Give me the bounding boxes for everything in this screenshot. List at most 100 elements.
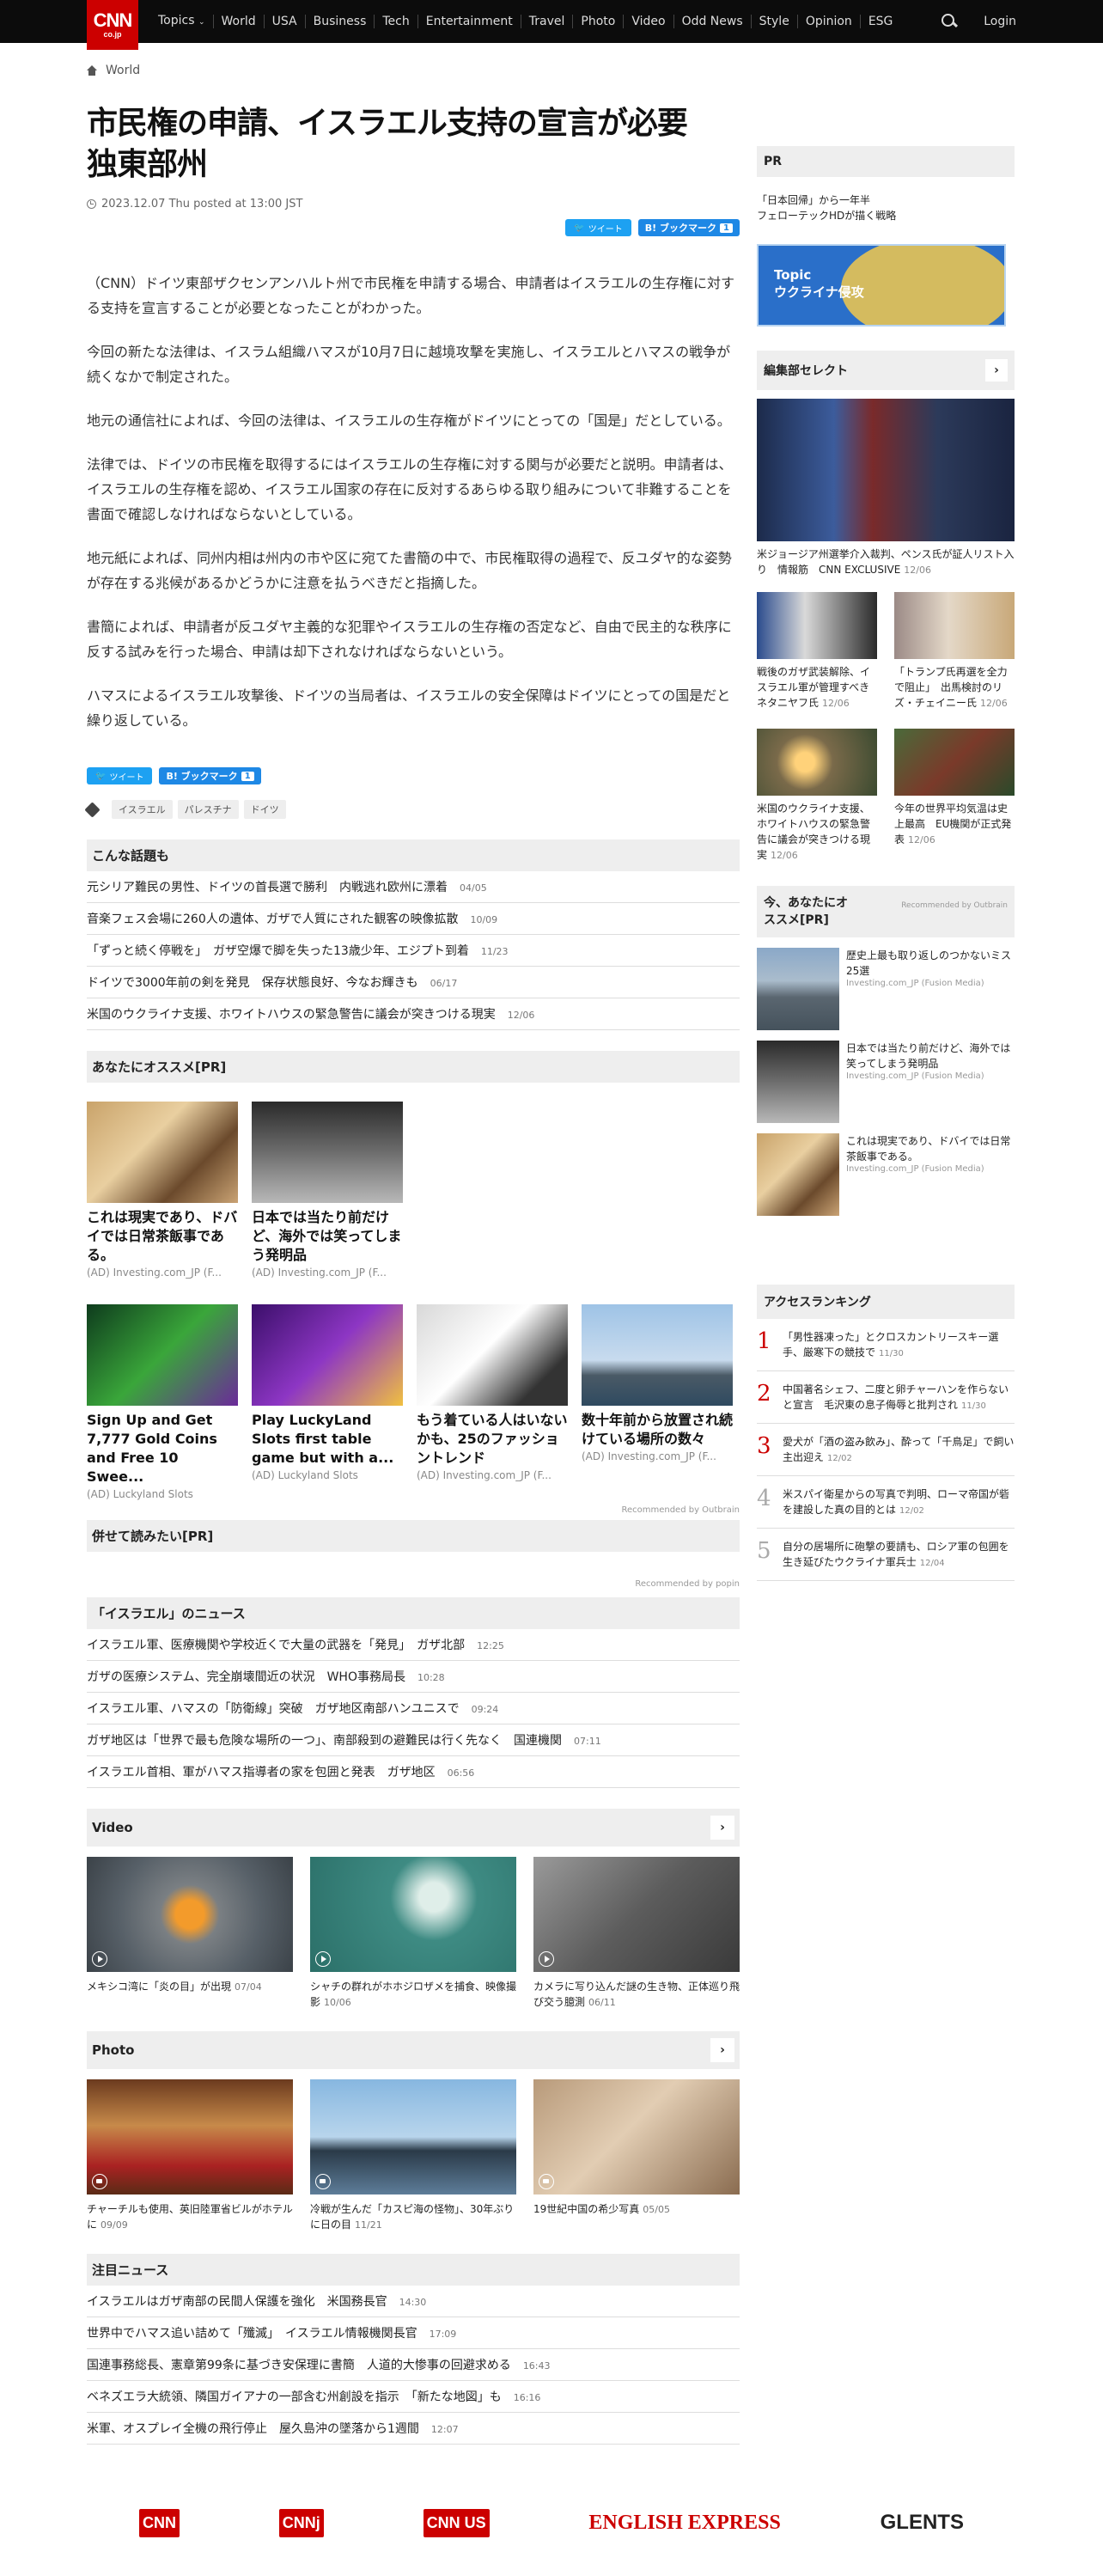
editor-select-card[interactable]: 戦後のガザ武装解除、イスラエル軍が管理すべき ネタニヤフ氏 12/06 xyxy=(757,592,880,711)
photo-card[interactable]: チャーチルも使用、英旧陸軍省ビルがホテルに 09/09 xyxy=(87,2079,293,2233)
recommend-card[interactable]: Play LuckyLand Slots first table game bu… xyxy=(252,1304,403,1500)
tweet-button[interactable]: 🐦 ツイート xyxy=(565,219,631,236)
camera-icon xyxy=(92,2174,107,2189)
recommend-card[interactable]: もう着ている人はいないかも、25のファッショントレンド (AD) Investi… xyxy=(417,1304,568,1500)
ranking-item[interactable]: 2 中国著名シェフ、二度と卵チャーハンを作らないと宣言 毛沢東の息子侮辱と批判され… xyxy=(757,1371,1015,1424)
outbrain-image xyxy=(757,948,839,1030)
outbrain-heading: 今、あなたにオススメ[PR] Recommended by Outbrain xyxy=(757,886,1015,937)
list-item[interactable]: 国連事務総長、憲章第99条に基づき安保理に書簡 人道的大惨事の回避求める 16:4… xyxy=(87,2349,740,2381)
tag-germany[interactable]: ドイツ xyxy=(243,800,286,819)
list-item[interactable]: ガザの医療システム、完全崩壊間近の状況 WHO事務局長 10:28 xyxy=(87,1661,740,1693)
recommend-card[interactable]: 日本では当たり前だけど、海外では笑ってしまう発明品 (AD) Investing… xyxy=(252,1102,403,1279)
photo-card[interactable]: 冷戦が生んだ「カスピ海の怪物」、30年ぶりに日の目 11/21 xyxy=(310,2079,516,2233)
ranking-item[interactable]: 4 米スパイ衛星からの写真で判明、ローマ帝国が砦を建設した真の目的とは 12/02 xyxy=(757,1476,1015,1529)
share-buttons-top: 🐦 ツイート B! ブックマーク 1 xyxy=(87,219,740,236)
related-list: 元シリア難民の男性、ドイツの首長選で勝利 内戦逃れ欧州に漂着 04/05 音楽フェ… xyxy=(87,871,740,1030)
ranking-item[interactable]: 5 自分の居場所に砲撃の要請も、ロシア軍の包囲を生き延びたウクライナ軍兵士 12/0… xyxy=(757,1529,1015,1581)
video-card[interactable]: カメラに写り込んだ謎の生き物、正体巡り飛び交う臆測 06/11 xyxy=(533,1857,740,2011)
breadcrumb-world[interactable]: World xyxy=(106,64,140,77)
pr-link[interactable]: 「日本回帰」から一年半 フェローテックHDが描く戦略 xyxy=(757,192,1015,223)
recommend-image xyxy=(87,1304,238,1406)
list-item[interactable]: ドイツで3000年前の剣を発見 保存状態良好、今なお輝きも 06/17 xyxy=(87,967,740,998)
chevron-down-icon: ⌄ xyxy=(198,18,205,27)
video-card[interactable]: メキシコ湾に「炎の目」が出現 07/04 xyxy=(87,1857,293,2011)
list-item[interactable]: イスラエル軍、医療機関や学校近くで大量の武器を「発見」 ガザ北部 12:25 xyxy=(87,1629,740,1661)
footer-logo-cnnj[interactable]: CNNj xyxy=(278,2506,324,2539)
home-icon[interactable] xyxy=(87,65,97,76)
outbrain-card[interactable]: これは現実であり、ドバイでは日常茶飯事である。 Investing.com_JP … xyxy=(757,1133,1015,1216)
list-item[interactable]: 元シリア難民の男性、ドイツの首長選で勝利 内戦逃れ欧州に漂着 04/05 xyxy=(87,871,740,903)
nav-video[interactable]: Video xyxy=(623,15,673,28)
list-item[interactable]: イスラエルはガザ南部の民間人保護を強化 米国務長官 14:30 xyxy=(87,2286,740,2317)
ranking-item[interactable]: 3 愛犬が「酒の盗み飲み」、酔って「千鳥足」で飼い主出迎え 12/02 xyxy=(757,1424,1015,1476)
video-card[interactable]: シャチの群れがホホジロザメを捕食、映像撮影 10/06 xyxy=(310,1857,516,2011)
page-title: 市民権の申請、イスラエル支持の宣言が必要 独東部州 xyxy=(87,106,718,182)
editor-select-card[interactable]: 米国のウクライナ支援、ホワイトハウスの緊急警告に議会が突きつける現実 12/06 xyxy=(757,729,877,864)
editor-select-more-button[interactable]: › xyxy=(985,359,1008,382)
ranking-item[interactable]: 1 「男性器凍った」とクロスカントリースキー選手、厳寒下の競技で 11/30 xyxy=(757,1319,1015,1371)
editor-select-card[interactable]: 今年の世界平均気温は史上最高 EU機関が正式発表 12/06 xyxy=(894,729,1015,864)
photo-thumbnail xyxy=(310,2079,516,2194)
editor-select-card[interactable]: 「トランプ氏再選を全力で阻止」 出馬検討のリズ・チェイニー氏 12/06 xyxy=(894,592,1015,711)
footer-logo-cnn-us[interactable]: CNN US xyxy=(423,2506,490,2539)
recommend-card[interactable]: 数十年前から放置され続けている場所の数々 (AD) Investing.com_… xyxy=(582,1304,733,1500)
outbrain-note[interactable]: Recommended by Outbrain xyxy=(87,1505,740,1515)
recommend-card[interactable]: Sign Up and Get 7,777 Gold Coins and Fre… xyxy=(87,1304,238,1500)
nav-business[interactable]: Business xyxy=(304,15,375,28)
nav-travel[interactable]: Travel xyxy=(520,15,573,28)
paragraph: （CNN）ドイツ東部ザクセンアンハルト州で市民権を申請する場合、申請者はイスラエ… xyxy=(87,275,734,316)
outbrain-card[interactable]: 日本では当たり前だけど、海外では笑ってしまう発明品 Investing.com_J… xyxy=(757,1041,1015,1123)
search-icon[interactable] xyxy=(941,13,958,30)
footer-logo-glents[interactable]: GLENTS xyxy=(881,2506,964,2539)
list-item[interactable]: ガザ地区は「世界で最も危険な場所の一つ」、南部殺到の避難民は行く先なく 国連機関… xyxy=(87,1724,740,1756)
list-item[interactable]: イスラエル首相、軍がハマス指導者の家を包囲と発表 ガザ地区 06:56 xyxy=(87,1756,740,1788)
nav-style[interactable]: Style xyxy=(750,15,797,28)
bookmark-button[interactable]: B! ブックマーク 1 xyxy=(637,219,740,236)
nav-usa[interactable]: USA xyxy=(263,15,305,28)
footer-logo-english-express[interactable]: ENGLISH EXPRESS xyxy=(588,2506,780,2539)
list-item[interactable]: 米軍、オスプレイ全機の飛行停止 屋久島沖の墜落から1週間 12:07 xyxy=(87,2413,740,2445)
list-item[interactable]: イスラエル軍、ハマスの「防衛線」突破 ガザ地区南部ハンユニスで 09:24 xyxy=(87,1693,740,1724)
israel-news-list: イスラエル軍、医療機関や学校近くで大量の武器を「発見」 ガザ北部 12:25 ガザ… xyxy=(87,1629,740,1788)
editor-select-heading: 編集部セレクト › xyxy=(757,351,1015,390)
nav-world[interactable]: World xyxy=(212,15,264,28)
tag-palestine[interactable]: パレスチナ xyxy=(177,800,239,819)
nav-odd-news[interactable]: Odd News xyxy=(673,15,751,28)
list-item[interactable]: ベネズエラ大統領、隣国ガイアナの一部含む州創設を指示 「新たな地図」も 16:16 xyxy=(87,2381,740,2413)
recommend-top-grid: これは現実であり、ドバイでは日常茶飯事である。 (AD) Investing.c… xyxy=(87,1102,740,1279)
bookmark-button[interactable]: B! ブックマーク 1 xyxy=(159,767,261,784)
play-icon xyxy=(92,1951,107,1967)
paragraph: ハマスによるイスラエル攻撃後、ドイツの当局者は、イスラエルの安全保障はドイツにと… xyxy=(87,687,731,729)
ukraine-topic-banner[interactable]: Topic ウクライナ侵攻 xyxy=(757,244,1006,327)
tweet-button[interactable]: 🐦 ツイート xyxy=(87,767,153,784)
recommend-bottom-grid: Sign Up and Get 7,777 Gold Coins and Fre… xyxy=(87,1304,740,1500)
outbrain-card[interactable]: 歴史上最も取り返しのつかないミス25選 Investing.com_JP (Fus… xyxy=(757,948,1015,1030)
nav-entertainment[interactable]: Entertainment xyxy=(417,15,521,28)
photo-card[interactable]: 19世紀中国の希少写真 05/05 xyxy=(533,2079,740,2233)
editor-select-main-card[interactable]: 米ジョージア州選挙介入裁判、ペンス氏が証人リスト入り 情報筋 CNN EXCLU… xyxy=(757,399,1015,578)
tag-israel[interactable]: イスラエル xyxy=(112,800,173,819)
footer-logo-cnn[interactable]: CNN xyxy=(139,2506,180,2539)
nav-photo[interactable]: Photo xyxy=(572,15,623,28)
list-item[interactable]: 米国のウクライナ支援、ホワイトハウスの緊急警告に議会が突きつける現実 12/06 xyxy=(87,998,740,1030)
popin-note[interactable]: Recommended by popin xyxy=(87,1579,740,1589)
israel-news-heading: 「イスラエル」のニュース xyxy=(87,1597,740,1629)
editor-select-thumb xyxy=(894,729,1015,796)
photo-more-button[interactable]: › xyxy=(710,2038,734,2062)
list-item[interactable]: 「ずっと続く停戦を」 ガザ空爆で脚を失った13歳少年、エジプト到着 11/23 xyxy=(87,935,740,967)
photo-thumbnail xyxy=(533,2079,740,2194)
photo-row: チャーチルも使用、英旧陸軍省ビルがホテルに 09/09 冷戦が生んだ「カスピ海の怪… xyxy=(87,2079,740,2233)
recommend-card[interactable]: これは現実であり、ドバイでは日常茶飯事である。 (AD) Investing.c… xyxy=(87,1102,238,1279)
outbrain-note[interactable]: Recommended by Outbrain xyxy=(901,901,1008,910)
login-link[interactable]: Login xyxy=(984,15,1016,28)
paragraph: 今回の新たな法律は、イスラム組織ハマスが10月7日に越境攻撃を実施し、イスラエル… xyxy=(87,344,731,385)
nav-topics[interactable]: Topics ⌄ xyxy=(150,14,213,29)
list-item[interactable]: 世界中でハマス追い詰めて「殲滅」 イスラエル情報機関長官 17:09 xyxy=(87,2317,740,2349)
nav-tech[interactable]: Tech xyxy=(374,15,417,28)
nav-opinion[interactable]: Opinion xyxy=(796,15,860,28)
camera-icon xyxy=(539,2174,554,2189)
nav-esg[interactable]: ESG xyxy=(859,15,901,28)
video-more-button[interactable]: › xyxy=(710,1816,734,1840)
photo-thumbnail xyxy=(87,2079,293,2194)
list-item[interactable]: 音楽フェス会場に260人の遺体、ガザで人質にされた観客の映像拡散 10/09 xyxy=(87,903,740,935)
